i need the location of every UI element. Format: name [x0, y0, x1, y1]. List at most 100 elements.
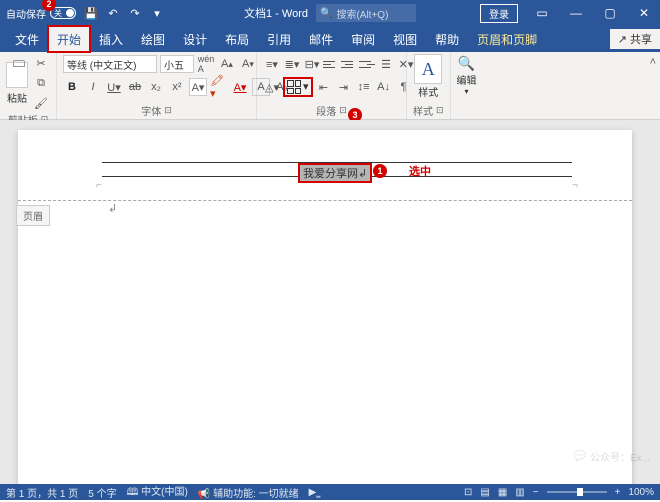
paste-button[interactable]: 粘贴 — [6, 62, 28, 105]
redo-icon[interactable]: ↷ — [128, 6, 142, 20]
find-icon[interactable]: 🔍 — [458, 54, 476, 72]
editing-label[interactable]: 编辑 — [457, 72, 477, 87]
status-lang[interactable]: 🕮 中文(中国) — [127, 483, 188, 502]
line-spacing-icon[interactable]: ↕≡ — [355, 78, 373, 96]
login-button[interactable]: 登录 — [480, 4, 518, 23]
decrease-font-icon[interactable]: A▾ — [239, 55, 257, 73]
tab-references[interactable]: 引用 — [258, 26, 300, 52]
styles-gallery-icon[interactable]: A — [414, 54, 442, 84]
zoom-out-icon[interactable]: − — [533, 487, 539, 498]
group-label-font: 字体 — [141, 103, 161, 118]
group-label-styles: 样式 — [413, 103, 433, 118]
text-effects-icon[interactable]: A▾ — [189, 78, 207, 96]
document-workspace: 我爱分享网↲ 1 选中 ⌐¬ 页眉 ↲ 💬 公众号：Ex... — [0, 120, 660, 484]
styles-launcher-icon[interactable]: ⊡ — [436, 105, 444, 116]
autosave-toggle[interactable]: 自动保存 关 — [6, 6, 76, 21]
subscript-icon[interactable]: x₂ — [147, 78, 165, 96]
search-icon: 🔍 — [320, 8, 332, 19]
autosave-label: 自动保存 — [6, 6, 46, 21]
chevron-down-icon: ▾ — [465, 87, 469, 96]
title-right: 登录 ▭ — ▢ ✕ — [480, 0, 660, 26]
status-words[interactable]: 5 个字 — [88, 485, 116, 500]
font-color-icon[interactable]: A▾ — [231, 78, 249, 96]
header-tag: 页眉 — [16, 205, 50, 226]
group-paragraph: ≡▾ ≣▾ ⊟▾ ☰ ✕▾ ◬▾ ▾ ⇤ ⇥ ↕≡ A↓ ¶ — [257, 52, 407, 119]
print-layout-icon[interactable]: ▤ — [480, 487, 489, 498]
customize-qat-icon[interactable]: ▾ — [150, 6, 164, 20]
cut-icon[interactable]: ✂ — [32, 54, 50, 72]
increase-font-icon[interactable]: A▴ — [218, 55, 236, 73]
strike-icon[interactable]: ab — [126, 78, 144, 96]
tab-home[interactable]: 开始 — [48, 26, 90, 52]
document-title: 文档1 - Word — [244, 5, 308, 21]
ribbon-display-icon[interactable]: ▭ — [526, 0, 558, 26]
zoom-slider[interactable] — [547, 491, 607, 493]
font-launcher-icon[interactable]: ⊡ — [164, 105, 172, 116]
tab-review[interactable]: 审阅 — [342, 26, 384, 52]
search-placeholder: 搜索(Alt+Q) — [336, 6, 388, 21]
show-marks-icon[interactable]: ¶ — [395, 78, 413, 96]
tab-draw[interactable]: 绘图 — [132, 26, 174, 52]
charspacing-icon[interactable]: ✕▾ — [397, 55, 415, 73]
increase-indent-icon[interactable]: ⇥ — [335, 78, 353, 96]
font-size-combo[interactable]: 小五 — [160, 55, 194, 73]
title-bar: 自动保存 关 💾 ↶ ↷ ▾ 2 文档1 - Word 🔍 搜索(Alt+Q) … — [0, 0, 660, 26]
tab-header-footer[interactable]: 页眉和页脚 — [468, 26, 546, 52]
close-icon[interactable]: ✕ — [628, 0, 660, 26]
web-layout-icon[interactable]: ▥ — [515, 487, 524, 498]
share-icon: ↗ — [618, 33, 627, 46]
title-center: 文档1 - Word 🔍 搜索(Alt+Q) — [244, 4, 416, 22]
wechat-icon: 💬 — [574, 451, 586, 462]
read-mode-icon[interactable]: ▦ — [498, 487, 507, 498]
annotation-1-text: 选中 — [409, 163, 431, 179]
multilevel-icon[interactable]: ⊟▾ — [303, 55, 321, 73]
numbering-icon[interactable]: ≣▾ — [283, 55, 301, 73]
chevron-down-icon: ▾ — [303, 80, 309, 94]
undo-icon[interactable]: ↶ — [106, 6, 120, 20]
paragraph-launcher-icon[interactable]: ⊡ — [339, 105, 347, 116]
borders-button[interactable]: ▾ — [283, 77, 313, 97]
status-accessibility[interactable]: 📢 辅助功能: 一切就绪 — [198, 485, 299, 500]
align-center-icon[interactable] — [341, 57, 357, 71]
bullets-icon[interactable]: ≡▾ — [263, 55, 281, 73]
decrease-indent-icon[interactable]: ⇤ — [315, 78, 333, 96]
align-right-icon[interactable] — [359, 57, 375, 71]
maximize-icon[interactable]: ▢ — [594, 0, 626, 26]
zoom-in-icon[interactable]: + — [615, 487, 621, 498]
status-page[interactable]: 第 1 页，共 1 页 — [6, 485, 78, 500]
copy-icon[interactable]: ⧉ — [32, 74, 50, 92]
superscript-icon[interactable]: x² — [168, 78, 186, 96]
shading-icon[interactable]: ◬▾ — [263, 78, 281, 96]
focus-icon[interactable]: ⊡ — [464, 487, 472, 498]
bold-icon[interactable]: B — [63, 78, 81, 96]
tab-help[interactable]: 帮助 — [426, 26, 468, 52]
search-box[interactable]: 🔍 搜索(Alt+Q) — [316, 4, 416, 22]
tab-insert[interactable]: 插入 — [90, 26, 132, 52]
italic-icon[interactable]: I — [84, 78, 102, 96]
tab-design[interactable]: 设计 — [174, 26, 216, 52]
status-macro-icon[interactable]: ▶⎵ — [309, 487, 321, 498]
font-name-combo[interactable]: 等线 (中文正文) — [63, 55, 157, 73]
tab-layout[interactable]: 布局 — [216, 26, 258, 52]
save-icon[interactable]: 💾 — [84, 6, 98, 20]
group-label-paragraph: 段落 — [316, 103, 336, 118]
header-boundary — [18, 200, 632, 201]
annotation-badge-1: 1 — [373, 164, 387, 178]
align-dist-icon[interactable]: ☰ — [377, 55, 395, 73]
align-left-icon[interactable] — [323, 57, 339, 71]
annotation-1: 1 选中 — [373, 163, 431, 179]
page[interactable]: 我爱分享网↲ 1 选中 ⌐¬ 页眉 ↲ — [18, 130, 632, 484]
underline-icon[interactable]: U▾ — [105, 78, 123, 96]
tab-file[interactable]: 文件 — [6, 26, 48, 52]
tab-view[interactable]: 视图 — [384, 26, 426, 52]
highlight-icon[interactable]: 🖍▾ — [210, 78, 228, 96]
grow-font-icon[interactable]: wénA — [197, 55, 215, 73]
ribbon: 粘贴 ✂ ⧉ 🖌 剪贴板⊡ 等线 (中文正文) 小五 wénA A▴ A▾ B … — [0, 52, 660, 120]
tab-mail[interactable]: 邮件 — [300, 26, 342, 52]
zoom-level[interactable]: 100% — [628, 487, 654, 498]
share-button[interactable]: ↗共享 — [610, 29, 660, 49]
sort-icon[interactable]: A↓ — [375, 78, 393, 96]
minimize-icon[interactable]: — — [560, 0, 592, 26]
format-painter-icon[interactable]: 🖌 — [32, 94, 50, 112]
collapse-ribbon-icon[interactable]: ˄ — [646, 52, 660, 119]
